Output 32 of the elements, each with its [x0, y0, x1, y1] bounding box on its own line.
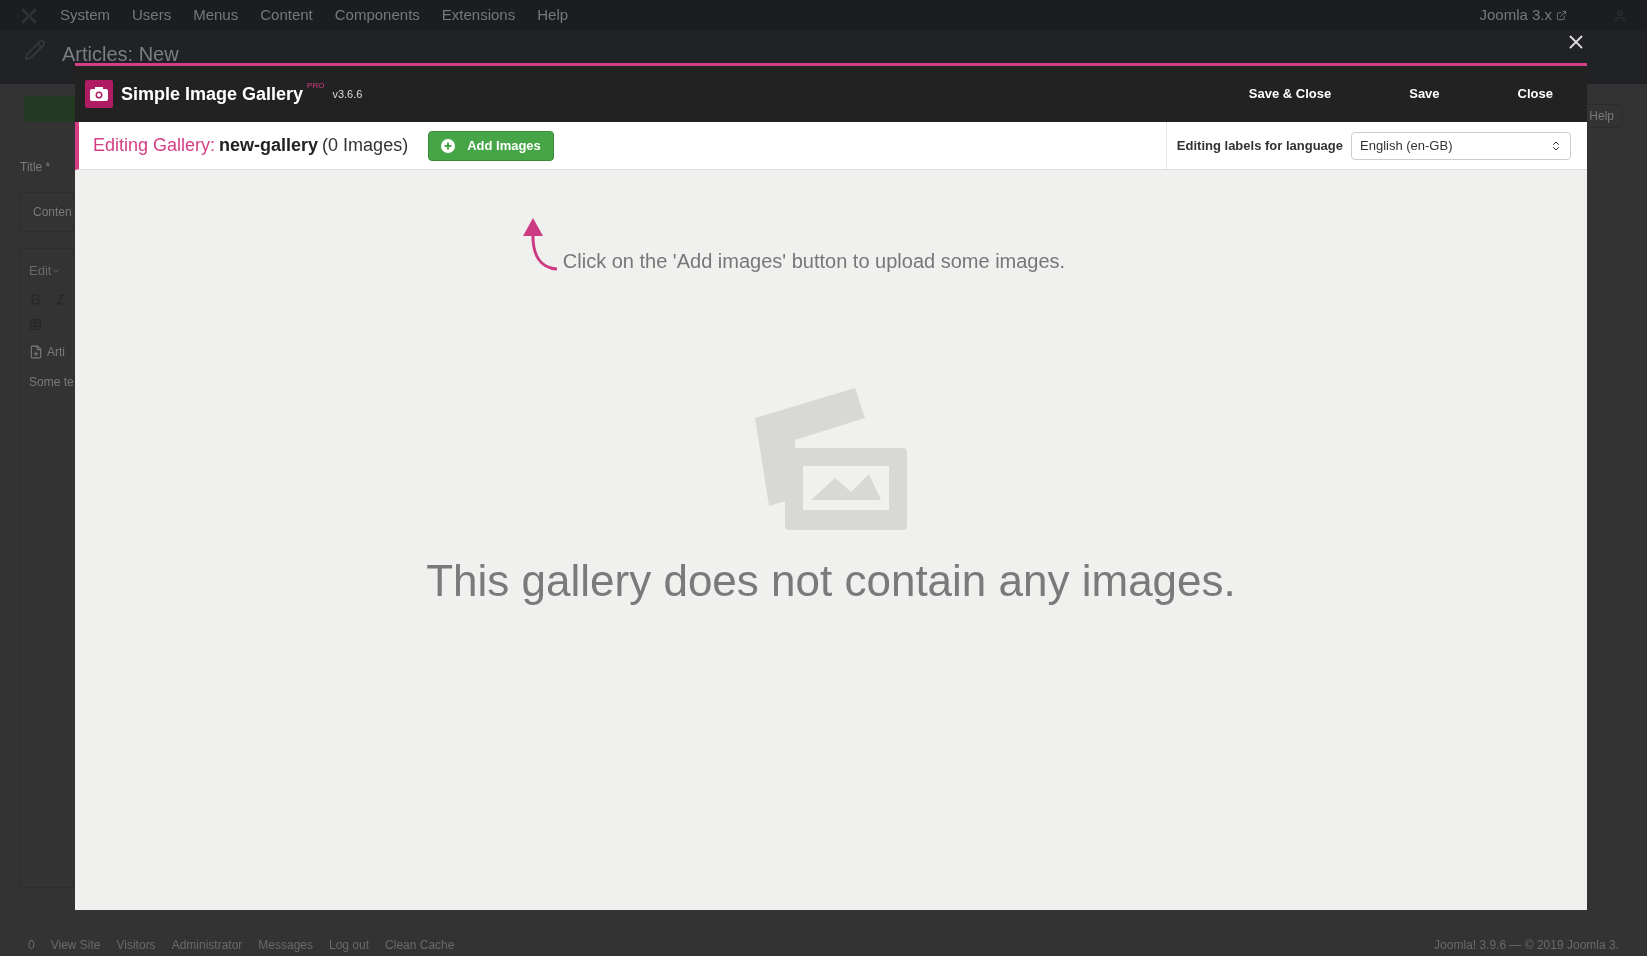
edition-label: PRO — [307, 80, 325, 92]
camera-icon — [85, 80, 113, 108]
menu-item[interactable]: Help — [537, 4, 569, 27]
gallery-name: new-gallery — [219, 134, 319, 157]
external-link-icon — [1556, 10, 1567, 21]
select-arrows-icon — [1550, 139, 1562, 152]
editor-text: Some te — [29, 373, 75, 391]
header-action[interactable]: Close — [1517, 84, 1553, 104]
modal-title: Simple Image Gallery — [121, 82, 304, 106]
empty-message: This gallery does not contain any images. — [426, 555, 1236, 607]
plus-circle-icon — [441, 138, 456, 153]
file-plus-icon — [29, 344, 43, 359]
header-action[interactable]: Save — [1409, 84, 1440, 104]
add-images-button[interactable]: Add Images — [428, 130, 554, 161]
menu-item[interactable]: Users — [132, 4, 172, 27]
page-title: Articles: New — [62, 42, 179, 67]
menu-item[interactable]: System — [60, 4, 110, 27]
menu-item[interactable]: Content — [260, 4, 313, 27]
menu-item[interactable]: Extensions — [441, 4, 516, 27]
image-count: (0 Images) — [322, 134, 409, 157]
language-select[interactable]: English (en-GB) — [1351, 131, 1571, 160]
header-action[interactable]: Save & Close — [1248, 84, 1332, 104]
menu-item[interactable]: Menus — [193, 4, 239, 27]
version-label: v3.6.6 — [332, 86, 363, 102]
editing-label: Editing Gallery: — [93, 134, 216, 157]
toolbar-item[interactable]: Arti — [29, 342, 79, 361]
hint-text: Click on the 'Add images' button to upload some images. — [562, 249, 1066, 274]
language-label: Editing labels for language — [1176, 136, 1343, 155]
field-label: Title * — [20, 159, 52, 176]
menu-item[interactable]: Components — [334, 4, 420, 27]
site-link[interactable]: Joomla 3.x — [1479, 4, 1567, 27]
image-placeholder-icon — [755, 388, 907, 530]
